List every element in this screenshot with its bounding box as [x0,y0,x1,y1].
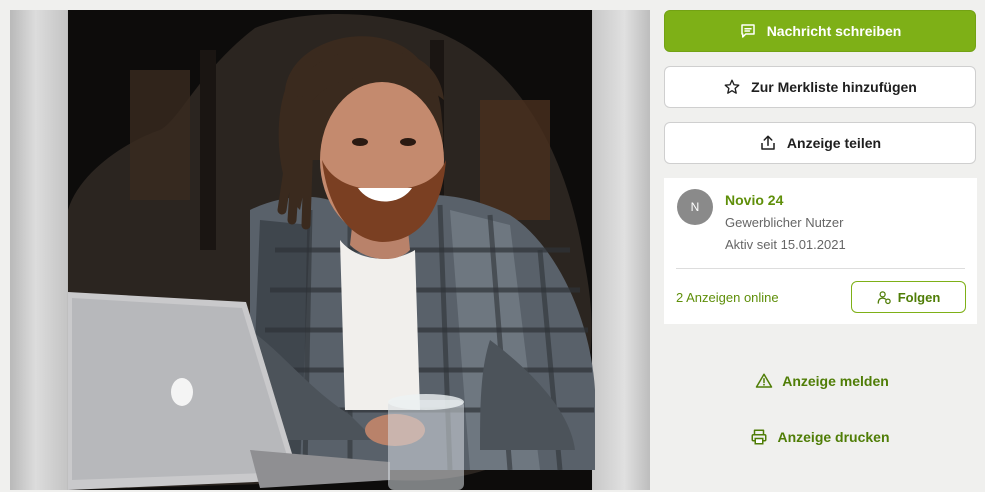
seller-card: N Novio 24 Gewerblicher Nutzer Aktiv sei… [664,178,977,324]
follow-seller-button[interactable]: Folgen [851,281,966,313]
send-message-button[interactable]: Nachricht schreiben [664,10,976,52]
user-follow-icon [877,290,891,304]
print-listing-link[interactable]: Anzeige drucken [650,426,985,448]
listing-photo [68,10,595,490]
seller-type: Gewerblicher Nutzer [725,215,844,230]
send-message-label: Nachricht schreiben [766,23,902,39]
report-listing-link[interactable]: Anzeige melden [652,370,985,392]
seller-name-link[interactable]: Novio 24 [725,192,783,208]
report-listing-label: Anzeige melden [782,373,889,389]
add-to-watchlist-label: Zur Merkliste hinzufügen [751,79,917,95]
add-to-watchlist-button[interactable]: Zur Merkliste hinzufügen [664,66,976,108]
warning-icon [755,373,773,388]
divider [676,268,965,269]
star-icon [724,79,740,94]
share-listing-label: Anzeige teilen [786,135,882,151]
follow-seller-label: Folgen [897,289,941,305]
print-listing-label: Anzeige drucken [777,429,890,445]
seller-ads-online-link[interactable]: 2 Anzeigen online [676,290,779,305]
avatar[interactable]: N [677,189,713,225]
listing-image-gallery[interactable] [10,10,650,490]
share-listing-button[interactable]: Anzeige teilen [664,122,976,164]
printer-icon [751,429,767,445]
chat-icon [740,24,755,38]
share-icon [761,135,775,150]
seller-active-since: Aktiv seit 15.01.2021 [725,237,846,252]
